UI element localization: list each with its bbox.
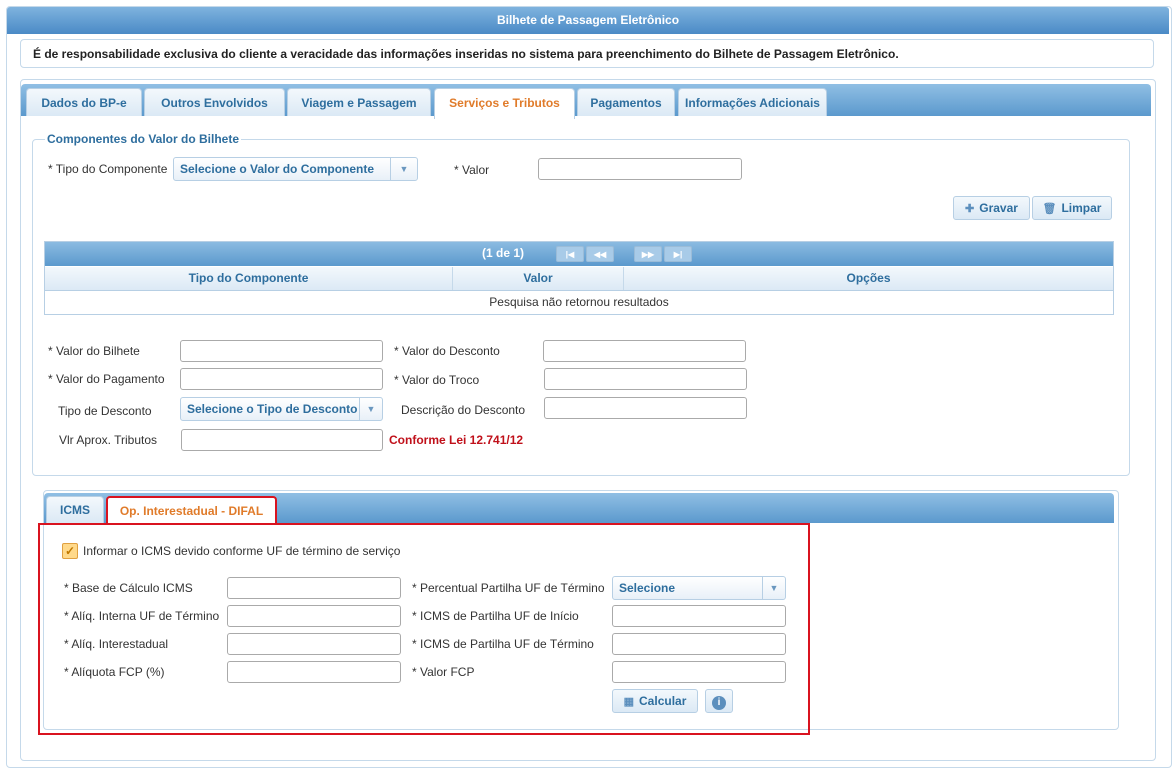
valor-troco-label: * Valor do Troco bbox=[394, 373, 480, 387]
aliq-interna-input[interactable] bbox=[227, 605, 401, 627]
descricao-desconto-input[interactable] bbox=[544, 397, 747, 419]
chevron-down-icon: ▼ bbox=[390, 158, 417, 180]
chevron-down-icon: ▼ bbox=[762, 577, 785, 599]
checkmark-icon[interactable]: ✓ bbox=[62, 543, 78, 559]
tab-viagem-passagem[interactable]: Viagem e Passagem bbox=[287, 88, 431, 116]
vlr-tributos-label: Vlr Aprox. Tributos bbox=[59, 433, 158, 447]
aliq-interna-label: * Alíq. Interna UF de Término bbox=[64, 609, 220, 623]
plus-icon: ✚ bbox=[965, 203, 975, 215]
tab-pagamentos[interactable]: Pagamentos bbox=[577, 88, 675, 116]
aliq-interestadual-label: * Alíq. Interestadual bbox=[64, 637, 169, 651]
grid-pager: (1 de 1) |◀ ◀◀ ▶▶ ▶| bbox=[45, 242, 1113, 266]
tipo-desconto-select[interactable]: Selecione o Tipo de Desconto ▼ bbox=[180, 397, 383, 421]
tab-icms[interactable]: ICMS bbox=[46, 496, 104, 523]
tab-servicos-tributos[interactable]: Serviços e Tributos bbox=[434, 88, 575, 119]
tipo-componente-value: Selecione o Valor do Componente bbox=[180, 162, 375, 176]
percentual-partilha-label: * Percentual Partilha UF de Término bbox=[412, 581, 605, 595]
percentual-partilha-select[interactable]: Selecione ▼ bbox=[612, 576, 786, 600]
tab-dados-bpe[interactable]: Dados do BP-e bbox=[26, 88, 142, 116]
tab-difal[interactable]: Op. Interestadual - DIFAL bbox=[106, 496, 277, 525]
tipo-componente-label: * Tipo do Componente bbox=[48, 162, 168, 176]
icms-partilha-termino-input[interactable] bbox=[612, 633, 786, 655]
icms-partilha-inicio-label: * ICMS de Partilha UF de Início bbox=[412, 609, 579, 623]
valor-pagamento-label: * Valor do Pagamento bbox=[48, 372, 165, 386]
valor-bilhete-input[interactable] bbox=[180, 340, 383, 362]
tab-bar: Dados do BP-e Outros Envolvidos Viagem e… bbox=[21, 84, 1151, 119]
last-page-icon[interactable]: ▶| bbox=[664, 246, 692, 262]
next-page-icon[interactable]: ▶▶ bbox=[634, 246, 662, 262]
col-tipo-componente[interactable]: Tipo do Componente bbox=[45, 267, 453, 290]
calcular-label: Calcular bbox=[639, 694, 687, 708]
first-page-icon[interactable]: |◀ bbox=[556, 246, 584, 262]
info-icon: i bbox=[712, 696, 726, 710]
calcular-button[interactable]: ▦ Calcular bbox=[612, 689, 698, 713]
chevron-down-icon: ▼ bbox=[359, 398, 382, 420]
trash-icon: 🗑 bbox=[1042, 203, 1057, 215]
percentual-partilha-value: Selecione bbox=[619, 581, 676, 595]
grid-empty-message: Pesquisa não retornou resultados bbox=[489, 295, 669, 309]
valor-pagamento-input[interactable] bbox=[180, 368, 383, 390]
valor-label: * Valor bbox=[454, 163, 490, 177]
base-calculo-input[interactable] bbox=[227, 577, 401, 599]
aliquota-fcp-input[interactable] bbox=[227, 661, 401, 683]
descricao-desconto-label: Descrição do Desconto bbox=[401, 403, 526, 417]
limpar-button[interactable]: 🗑 Limpar bbox=[1032, 196, 1112, 220]
icms-partilha-termino-label: * ICMS de Partilha UF de Término bbox=[412, 637, 594, 651]
valor-desconto-input[interactable] bbox=[543, 340, 746, 362]
informar-icms-label[interactable]: Informar o ICMS devido conforme UF de té… bbox=[83, 544, 400, 558]
valor-fcp-input[interactable] bbox=[612, 661, 786, 683]
prev-page-icon[interactable]: ◀◀ bbox=[586, 246, 614, 262]
aliq-interestadual-input[interactable] bbox=[227, 633, 401, 655]
calculator-icon: ▦ bbox=[623, 696, 635, 708]
responsibility-notice: É de responsabilidade exclusiva do clien… bbox=[20, 39, 1154, 68]
tab-outros-envolvidos[interactable]: Outros Envolvidos bbox=[144, 88, 285, 116]
gravar-button[interactable]: ✚ Gravar bbox=[953, 196, 1030, 220]
aliquota-fcp-label: * Alíquota FCP (%) bbox=[64, 665, 165, 679]
col-valor[interactable]: Valor bbox=[453, 267, 624, 290]
pager-text: (1 de 1) bbox=[482, 246, 525, 260]
limpar-label: Limpar bbox=[1061, 201, 1102, 215]
valor-bilhete-label: * Valor do Bilhete bbox=[48, 344, 140, 358]
tipo-desconto-label: Tipo de Desconto bbox=[58, 404, 152, 418]
valor-input[interactable] bbox=[538, 158, 742, 180]
vlr-tributos-input[interactable] bbox=[181, 429, 383, 451]
info-button[interactable]: i bbox=[705, 689, 733, 713]
valor-fcp-label: * Valor FCP bbox=[412, 665, 475, 679]
valor-troco-input[interactable] bbox=[544, 368, 747, 390]
tab-informacoes-adicionais[interactable]: Informações Adicionais bbox=[678, 88, 827, 116]
tipo-desconto-value: Selecione o Tipo de Desconto bbox=[187, 402, 358, 416]
page-title: Bilhete de Passagem Eletrônico bbox=[7, 7, 1169, 34]
col-opcoes[interactable]: Opções bbox=[624, 267, 1113, 290]
lei-text: Conforme Lei 12.741/12 bbox=[389, 433, 524, 447]
valor-desconto-label: * Valor do Desconto bbox=[394, 344, 500, 358]
gravar-label: Gravar bbox=[979, 201, 1018, 215]
componentes-legend: Componentes do Valor do Bilhete bbox=[47, 132, 240, 146]
base-calculo-label: * Base de Cálculo ICMS bbox=[64, 581, 193, 595]
icms-tab-bar: ICMS Op. Interestadual - DIFAL bbox=[44, 493, 1114, 525]
grid-header: Tipo do Componente Valor Opções bbox=[45, 267, 1113, 291]
tipo-componente-select[interactable]: Selecione o Valor do Componente ▼ bbox=[173, 157, 418, 181]
icms-partilha-inicio-input[interactable] bbox=[612, 605, 786, 627]
